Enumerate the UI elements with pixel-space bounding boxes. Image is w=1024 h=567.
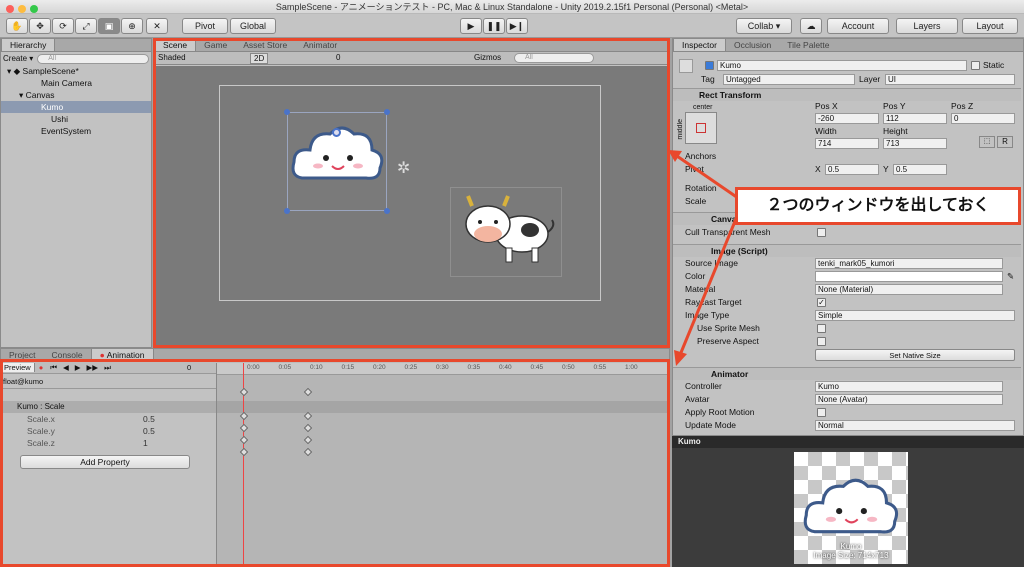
pivot-x-label: X [815,164,821,174]
create-dropdown[interactable]: Create ▾ [3,54,33,63]
posz-label: Pos Z [951,101,974,111]
rect-transform-header[interactable]: Rect Transform [673,88,1021,101]
scale-tool-icon[interactable]: ⤢ [75,18,97,34]
zoom-icon[interactable] [30,5,38,13]
preview-title: Kumo [672,436,1024,448]
hierarchy-item-canvas[interactable]: ▾ Canvas [1,89,151,101]
hierarchy-item-kumo[interactable]: Kumo [1,101,151,113]
root-motion-checkbox[interactable] [817,408,826,417]
preview-cloud-sprite [803,478,899,534]
controller-label: Controller [685,381,722,391]
anchor-v-label: middle [677,119,684,140]
posx-label: Pos X [815,101,838,111]
scene-item[interactable]: ▾ ◆ SampleScene* [1,65,151,77]
collab-button[interactable]: Collab ▾ [736,18,792,34]
posx-field[interactable]: -260 [815,113,879,124]
transform-tool-icon[interactable]: ⊕ [121,18,143,34]
main-toolbar: ✋ ✥ ⟳ ⤢ ▣ ⊕ ✕ Pivot Global ▶ ❚❚ ▶❙ Colla… [0,14,1024,38]
pause-icon[interactable]: ❚❚ [483,18,505,34]
tag-dropdown[interactable]: Untagged [723,74,855,85]
update-mode-dropdown[interactable]: Normal [815,420,1015,431]
hierarchy-panel: Hierarchy Create ▾ All ▾ ◆ SampleScene* … [0,38,152,348]
tag-label: Tag [701,74,715,84]
use-sprite-mesh-checkbox[interactable] [817,324,826,333]
play-icon[interactable]: ▶ [460,18,482,34]
account-dropdown[interactable]: Account [827,18,889,34]
update-mode-label: Update Mode [685,420,737,430]
height-field[interactable]: 713 [883,138,947,149]
avatar-field[interactable]: None (Avatar) [815,394,1003,405]
cull-checkbox[interactable] [817,228,826,237]
anchor-preset-icon [696,123,706,133]
hand-tool-icon[interactable]: ✋ [6,18,28,34]
source-image-field[interactable]: tenki_mark05_kumori [815,258,1003,269]
tab-tile-palette[interactable]: Tile Palette [779,39,837,51]
name-field[interactable]: Kumo [717,60,967,71]
tab-occlusion[interactable]: Occlusion [726,39,779,51]
root-motion-label: Apply Root Motion [685,407,755,417]
highlight-scene [153,38,670,348]
layer-dropdown[interactable]: UI [885,74,1015,85]
static-checkbox[interactable] [971,61,980,70]
callout-arrows [668,150,740,366]
step-icon[interactable]: ▶❙ [506,18,528,34]
gameobject-icon [679,59,693,73]
custom-tool-icon[interactable]: ✕ [146,18,168,34]
color-field[interactable] [815,271,1003,282]
width-label: Width [815,126,837,136]
avatar-label: Avatar [685,394,710,404]
highlight-animation [0,359,670,567]
preview-panel: Kumo Kumo Image Size: 714x713 [672,436,1024,567]
minimize-icon[interactable] [18,5,26,13]
raw-edit-button[interactable]: R [997,136,1013,148]
blueprint-icon[interactable]: ⬚ [979,136,995,148]
cloud-icon[interactable]: ☁ [800,18,822,34]
layer-label: Layer [859,74,881,84]
hierarchy-search-input[interactable]: All [37,53,149,64]
tab-hierarchy[interactable]: Hierarchy [1,39,56,51]
hierarchy-item-ushi[interactable]: Ushi [1,113,151,125]
posy-label: Pos Y [883,101,906,111]
width-field[interactable]: 714 [815,138,879,149]
rotate-tool-icon[interactable]: ⟳ [52,18,74,34]
posy-field[interactable]: 112 [883,113,947,124]
tab-inspector[interactable]: Inspector [673,39,726,51]
move-tool-icon[interactable]: ✥ [29,18,51,34]
layers-dropdown[interactable]: Layers [896,18,958,34]
hierarchy-item-eventsystem[interactable]: EventSystem [1,125,151,137]
pivot-y-field[interactable]: 0.5 [893,164,947,175]
raycast-checkbox[interactable]: ✓ [817,298,826,307]
layout-dropdown[interactable]: Layout [962,18,1018,34]
callout-box: ２つのウィンドウを出しておく [735,187,1021,225]
rect-tool-icon[interactable]: ▣ [98,18,120,34]
active-checkbox[interactable] [705,61,714,70]
close-icon[interactable] [6,5,14,13]
image-type-dropdown[interactable]: Simple [815,310,1015,321]
pivot-x-field[interactable]: 0.5 [825,164,879,175]
set-native-size-button[interactable]: Set Native Size [815,349,1015,361]
preserve-aspect-checkbox[interactable] [817,337,826,346]
height-label: Height [883,126,908,136]
posz-field[interactable]: 0 [951,113,1015,124]
pivot-y-label: Y [883,164,889,174]
controller-field[interactable]: Kumo [815,381,1003,392]
static-label: Static [983,60,1005,70]
material-field[interactable]: None (Material) [815,284,1003,295]
eyedropper-icon[interactable]: ✎ [1007,271,1014,282]
pivot-toggle[interactable]: Pivot [182,18,228,34]
hierarchy-item-main-camera[interactable]: Main Camera [1,77,151,89]
title-bar: SampleScene - アニメーションテスト - PC, Mac & Lin… [0,0,1024,14]
global-toggle[interactable]: Global [230,18,276,34]
preview-caption: Kumo Image Size: 714x713 [813,542,889,560]
window-title: SampleScene - アニメーションテスト - PC, Mac & Lin… [275,2,749,12]
